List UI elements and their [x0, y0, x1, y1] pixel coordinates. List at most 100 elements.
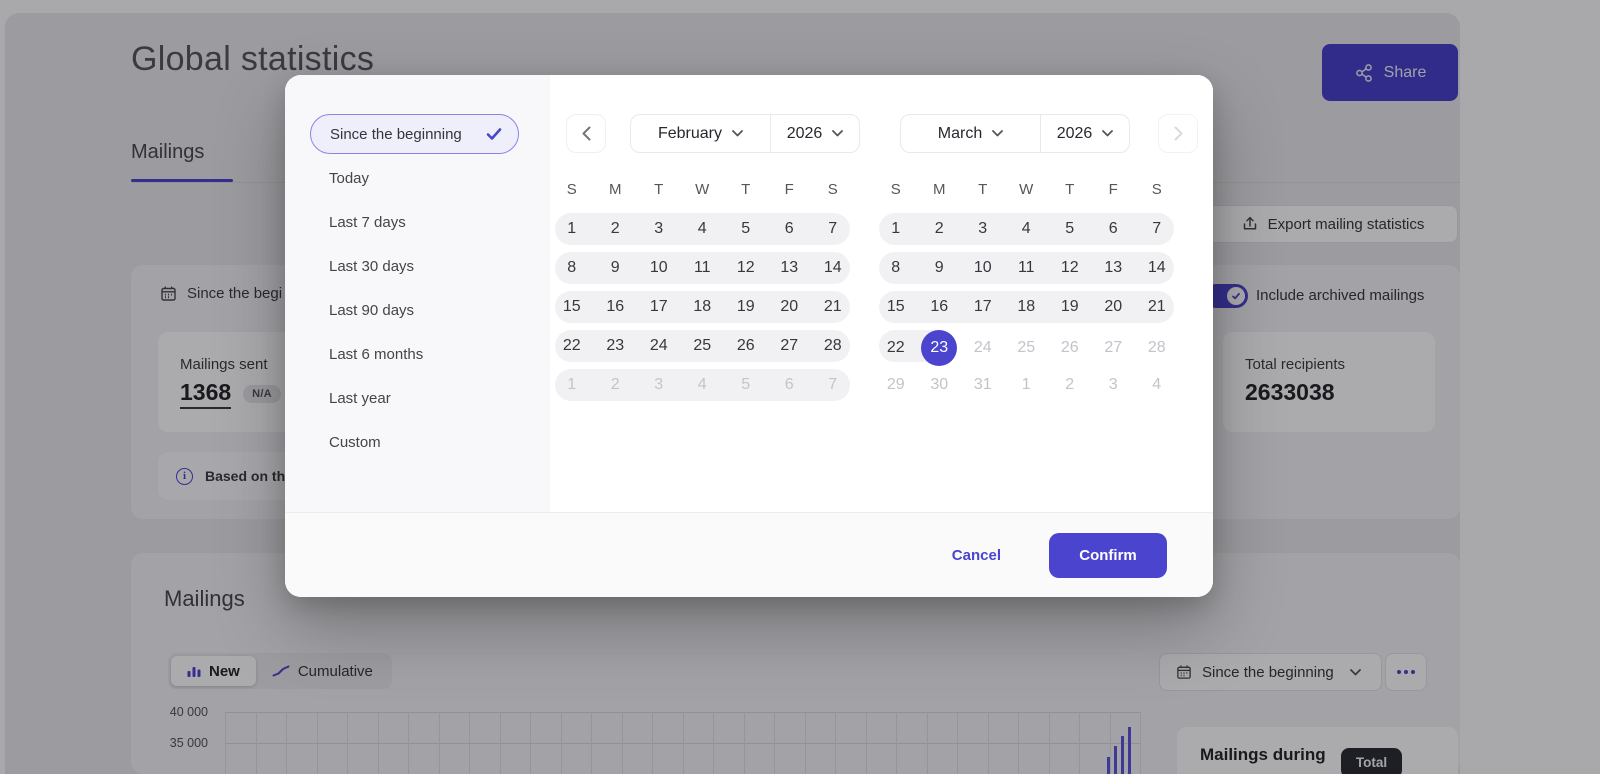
day-cell-22[interactable]: 22	[874, 330, 918, 366]
preset-custom[interactable]: Custom	[310, 422, 519, 462]
day-cell-6[interactable]: 6	[1092, 213, 1136, 245]
day-cell-17[interactable]: 17	[961, 291, 1005, 323]
day-cell-13[interactable]: 13	[768, 252, 812, 284]
day-cell-21[interactable]: 21	[811, 291, 855, 323]
day-cell-17[interactable]: 17	[637, 291, 681, 323]
day-cell-2[interactable]: 2	[594, 213, 638, 245]
preset-label: Last 7 days	[329, 213, 406, 231]
day-cell-7[interactable]: 7	[1135, 213, 1179, 245]
day-cell-28: 28	[1147, 339, 1166, 356]
day-cell-10[interactable]: 10	[961, 252, 1005, 284]
year-select-left-value: 2026	[786, 124, 823, 142]
day-cell-31: 31	[973, 376, 992, 393]
year-select-right-value: 2026	[1056, 124, 1093, 142]
day-cell-12[interactable]: 12	[1048, 252, 1092, 284]
confirm-button[interactable]: Confirm	[1049, 532, 1167, 578]
day-cell-26: 26	[1060, 339, 1079, 356]
day-cell-25[interactable]: 25	[681, 330, 725, 362]
day-cell-2[interactable]: 2	[918, 213, 962, 245]
calendar-week-row: 1234567	[874, 213, 1179, 245]
preset-last-6-months[interactable]: Last 6 months	[310, 334, 519, 374]
day-cell-14[interactable]: 14	[1135, 252, 1179, 284]
year-select-left[interactable]: 2026	[771, 115, 859, 152]
month-select-left[interactable]: February	[631, 115, 771, 152]
preset-today[interactable]: Today	[310, 158, 519, 198]
day-of-week-label: W	[695, 180, 710, 198]
day-cell-19[interactable]: 19	[724, 291, 768, 323]
calendar-week-row: 15 16 17 18 19 20 21	[550, 291, 855, 323]
day-cell-3: 3	[654, 376, 664, 393]
cancel-button[interactable]: Cancel	[952, 547, 1001, 564]
day-cell-15[interactable]: 15	[874, 291, 918, 323]
day-cell-10[interactable]: 10	[637, 252, 681, 284]
day-cell-23[interactable]: 23	[594, 330, 638, 362]
day-cell-18[interactable]: 18	[1005, 291, 1049, 323]
preset-last-year[interactable]: Last year	[310, 378, 519, 418]
day-cell-7[interactable]: 7	[811, 213, 855, 245]
day-cell-27[interactable]: 27	[768, 330, 812, 362]
day-cell-8[interactable]: 8	[550, 252, 594, 284]
day-cell-4[interactable]: 4	[681, 213, 725, 245]
day-cell-20[interactable]: 20	[1092, 291, 1136, 323]
day-cell-6: 6	[784, 376, 794, 393]
day-cell-1[interactable]: 1	[550, 213, 594, 245]
day-cell-5[interactable]: 5	[724, 213, 768, 245]
day-cell-28[interactable]: 28	[811, 330, 855, 362]
preset-last-90-days[interactable]: Last 90 days	[310, 290, 519, 330]
day-of-week-label: S	[827, 180, 838, 198]
day-cell-20[interactable]: 20	[768, 291, 812, 323]
day-of-week-label: S	[566, 180, 577, 198]
selected-day[interactable]: 23	[921, 330, 958, 366]
left-month-year-controls: February 2026	[630, 114, 860, 153]
day-cell-11[interactable]: 11	[1005, 252, 1049, 284]
day-cell-22[interactable]: 22	[550, 330, 594, 362]
calendar-week-row: 1234567	[550, 213, 855, 245]
day-cell-2: 2	[610, 376, 620, 393]
day-cell-21[interactable]: 21	[1135, 291, 1179, 323]
day-cell-9[interactable]: 9	[594, 252, 638, 284]
day-cell-1[interactable]: 1	[874, 213, 918, 245]
preset-last-7-days[interactable]: Last 7 days	[310, 202, 519, 242]
preset-last-30-days[interactable]: Last 30 days	[310, 246, 519, 286]
day-cell-13[interactable]: 13	[1092, 252, 1136, 284]
day-cell-3[interactable]: 3	[637, 213, 681, 245]
day-cell-14[interactable]: 14	[811, 252, 855, 284]
day-of-week-label: F	[1108, 180, 1118, 198]
day-cell-15[interactable]: 15	[550, 291, 594, 323]
preset-label: Since the beginning	[330, 125, 462, 143]
modal-footer: Cancel Confirm	[285, 512, 1213, 597]
day-cell-26[interactable]: 26	[724, 330, 768, 362]
preset-label: Today	[329, 169, 370, 187]
day-cell-16[interactable]: 16	[594, 291, 638, 323]
day-cell-23[interactable]: 23	[918, 330, 962, 366]
month-select-right[interactable]: March	[901, 115, 1041, 152]
preset-since-the-beginning[interactable]: Since the beginning	[310, 114, 519, 154]
day-cell-3[interactable]: 3	[961, 213, 1005, 245]
preset-label: Last 6 months	[329, 345, 424, 363]
day-cell-9[interactable]: 9	[918, 252, 962, 284]
day-cell-25: 25	[1017, 339, 1036, 356]
day-cell-30: 30	[930, 376, 949, 393]
day-cell-11[interactable]: 11	[681, 252, 725, 284]
month-select-left-value: February	[657, 124, 723, 142]
day-cell-12[interactable]: 12	[724, 252, 768, 284]
day-cell-4[interactable]: 4	[1005, 213, 1049, 245]
day-cell-1: 1	[567, 376, 577, 393]
next-month-button	[1158, 114, 1198, 153]
modal-sidebar: Since the beginning Today Last 7 days Last …	[285, 75, 550, 512]
preset-label: Custom	[329, 433, 381, 451]
calendar-week-row: 22 23 24 25 26 27 28	[550, 330, 855, 362]
year-select-right[interactable]: 2026	[1041, 115, 1129, 152]
day-cell-24[interactable]: 24	[637, 330, 681, 362]
prev-month-button[interactable]	[566, 114, 606, 153]
day-of-week-label: F	[784, 180, 794, 198]
day-cell-6[interactable]: 6	[768, 213, 812, 245]
day-cell-5[interactable]: 5	[1048, 213, 1092, 245]
day-cell-16[interactable]: 16	[918, 291, 962, 323]
day-of-week-label: M	[933, 180, 946, 198]
day-cell-8[interactable]: 8	[874, 252, 918, 284]
day-of-week-label: T	[654, 180, 664, 198]
day-cell-19[interactable]: 19	[1048, 291, 1092, 323]
dow-row: SMTWTFS	[550, 174, 855, 204]
day-cell-18[interactable]: 18	[681, 291, 725, 323]
